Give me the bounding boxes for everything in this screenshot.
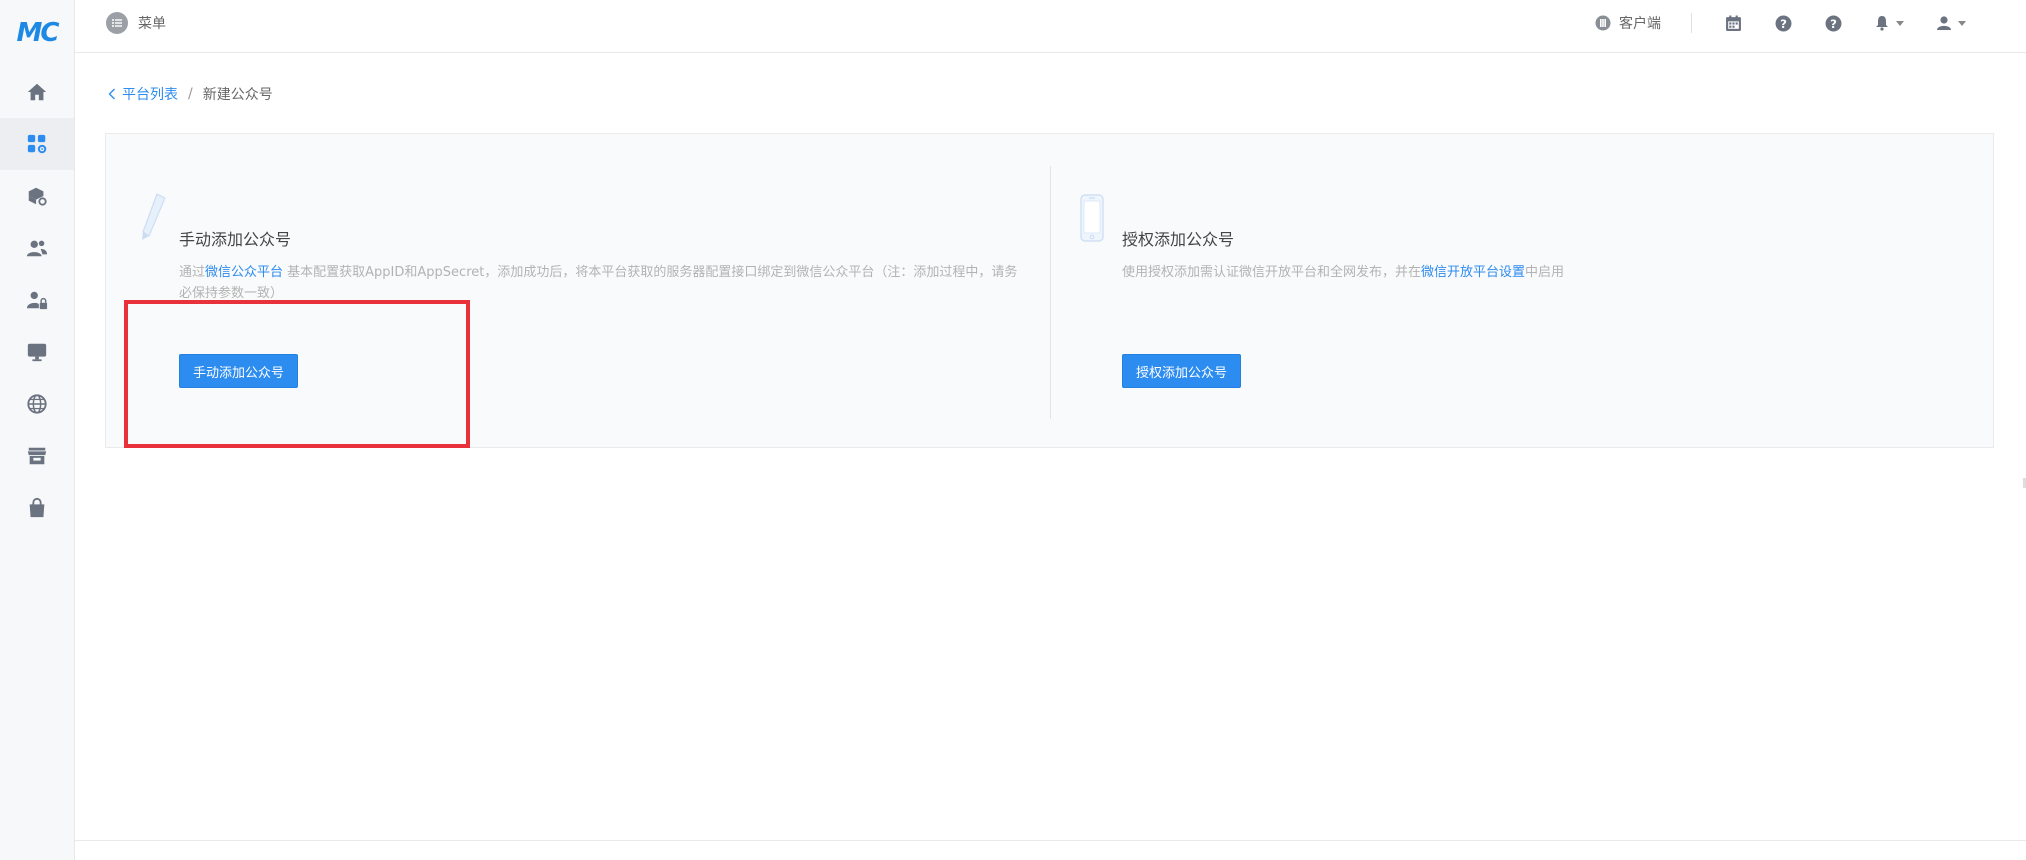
help-button-2[interactable]: ? xyxy=(1824,14,1842,32)
chevron-down-icon xyxy=(1896,20,1904,26)
breadcrumb-back-label: 平台列表 xyxy=(122,87,178,103)
sidebar-item-bag[interactable] xyxy=(0,482,74,534)
footer-divider xyxy=(75,840,2026,841)
manual-desc-suffix: 基本配置获取AppID和AppSecret，添加成功后，将本平台获取的服务器配置… xyxy=(179,265,1018,301)
manual-desc-prefix: 通过 xyxy=(179,265,206,280)
manual-card-description: 通过微信公众平台 基本配置获取AppID和AppSecret，添加成功后，将本平… xyxy=(179,262,1019,304)
menu-label: 菜单 xyxy=(138,16,166,32)
globe-icon xyxy=(27,394,47,414)
list-icon xyxy=(106,12,128,34)
apps-settings-icon xyxy=(27,134,47,154)
sidebar: MC xyxy=(0,0,75,860)
logo: MC xyxy=(16,18,60,48)
phone-icon xyxy=(1080,194,1104,242)
svg-text:?: ? xyxy=(1830,16,1837,30)
auth-add-button[interactable]: 授权添加公众号 xyxy=(1122,354,1242,388)
calendar-icon xyxy=(1725,15,1741,31)
sidebar-item-monitor[interactable] xyxy=(0,326,74,378)
sidebar-item-packages[interactable] xyxy=(0,170,74,222)
top-header: 菜单 客户端 ? ? xyxy=(75,0,2026,53)
sidebar-item-home[interactable] xyxy=(0,66,74,118)
sidebar-item-user-lock[interactable] xyxy=(0,274,74,326)
calendar-button[interactable] xyxy=(1724,14,1742,32)
auth-card-description: 使用授权添加需认证微信开放平台和全网发布，并在微信开放平台设置中启用 xyxy=(1122,262,1962,283)
header-divider xyxy=(1691,13,1692,33)
breadcrumb-back-link[interactable]: 平台列表 xyxy=(108,84,178,104)
shopping-bag-icon xyxy=(29,497,45,518)
svg-text:?: ? xyxy=(1780,16,1787,30)
help-icon: ? xyxy=(1825,15,1841,31)
pencil-icon xyxy=(142,193,166,240)
home-icon xyxy=(27,83,47,101)
breadcrumb-current: 新建公众号 xyxy=(202,87,273,103)
highlight-box xyxy=(124,300,470,448)
open-platform-settings-link[interactable]: 微信开放平台设置 xyxy=(1421,265,1525,280)
header-actions: 客户端 ? ? xyxy=(1595,0,1966,46)
monitor-icon xyxy=(27,343,47,362)
chevron-down-icon xyxy=(1958,20,1966,26)
breadcrumb-separator: / xyxy=(188,86,193,102)
auth-desc-suffix: 中启用 xyxy=(1525,265,1565,280)
panel-divider xyxy=(1050,166,1051,419)
client-link[interactable]: 客户端 xyxy=(1595,13,1661,33)
sidebar-item-users[interactable] xyxy=(0,222,74,274)
user-icon xyxy=(1937,16,1951,30)
package-settings-icon xyxy=(28,187,47,206)
notifications-dropdown[interactable] xyxy=(1874,15,1904,31)
help-icon: ? xyxy=(1775,15,1791,31)
bell-icon xyxy=(1876,16,1888,31)
user-dropdown[interactable] xyxy=(1936,15,1966,31)
client-label: 客户端 xyxy=(1619,16,1661,32)
users-icon xyxy=(26,240,48,257)
help-button[interactable]: ? xyxy=(1774,14,1792,32)
manual-card-title: 手动添加公众号 xyxy=(179,230,292,249)
sidebar-item-globe[interactable] xyxy=(0,378,74,430)
auth-card-title: 授权添加公众号 xyxy=(1122,230,1235,249)
client-icon xyxy=(1595,15,1611,31)
chevron-left-icon xyxy=(108,88,115,100)
store-icon xyxy=(27,447,47,465)
user-lock-icon xyxy=(26,291,48,310)
wechat-platform-link[interactable]: 微信公众平台 xyxy=(205,265,283,280)
app-root: MC 菜单 客户端 ? ? 平台列表 / 新建公众号 手动添加公众号 通过微信公… xyxy=(0,0,2026,860)
menu-button[interactable]: 菜单 xyxy=(106,12,166,34)
sidebar-item-store[interactable] xyxy=(0,430,74,482)
breadcrumb: 平台列表 / 新建公众号 xyxy=(108,84,273,104)
auth-desc-prefix: 使用授权添加需认证微信开放平台和全网发布，并在 xyxy=(1122,265,1422,280)
sidebar-item-apps[interactable] xyxy=(0,118,74,170)
